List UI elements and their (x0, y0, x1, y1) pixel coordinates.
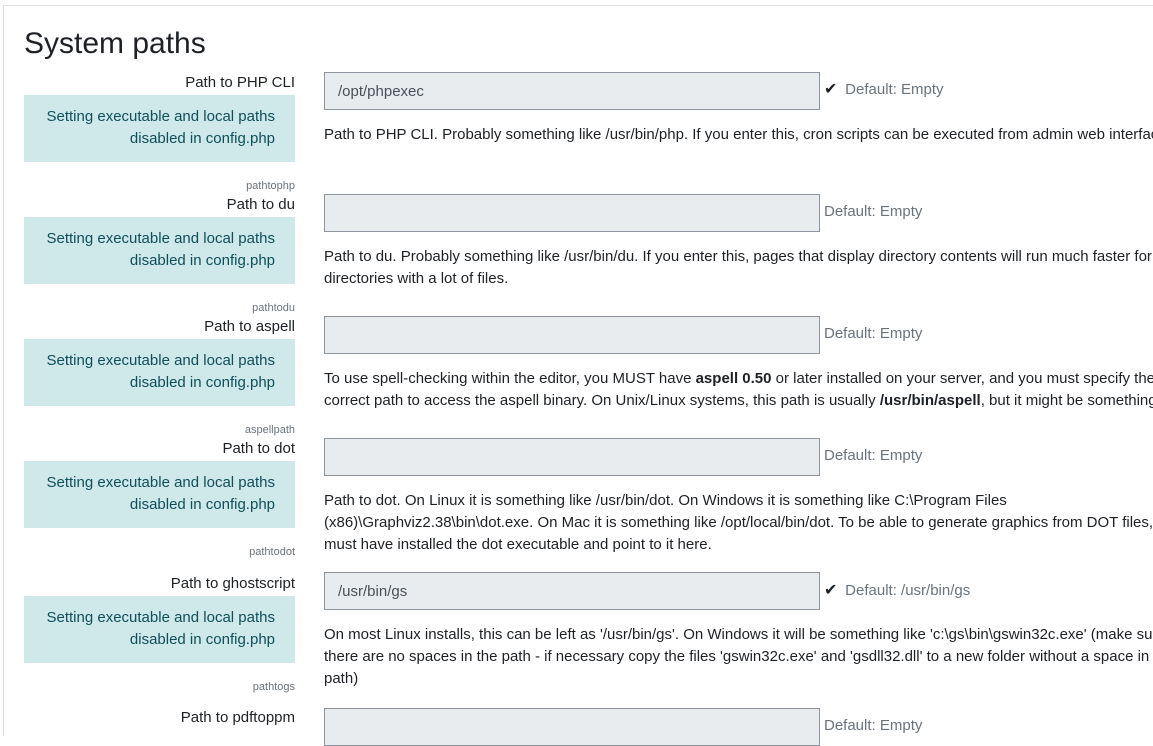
description-line: must have installed the dot executable a… (324, 536, 712, 553)
notice-line: disabled in config.php (129, 496, 275, 513)
description-line: (x86)\Graphviz2.38\bin\dot.exe. On Mac i… (324, 514, 1153, 531)
default-label: Default: Empty (824, 447, 923, 464)
description-line: Path to PHP CLI. Probably something like… (324, 126, 1153, 143)
setting-label-pathtodot: Path to dot Setting executable and local… (24, 439, 295, 559)
setting-description: Path to du. Probably something like /usr… (324, 246, 1153, 290)
setting-label-pathtophp: Path to PHP CLI Setting executable and l… (24, 73, 295, 193)
description-line: correct path to access the aspell binary… (324, 390, 1153, 412)
default-info: ✔ Default: Empty (824, 80, 944, 100)
notice-line: disabled in config.php (129, 130, 275, 147)
description-text: , but it might be something else. (980, 392, 1153, 409)
path-to-ghostscript-input[interactable] (324, 572, 820, 610)
setting-shortname: pathtogs (252, 681, 295, 693)
notice-line: Setting executable and local paths (46, 352, 276, 369)
default-info: Default: Empty (824, 324, 922, 344)
setting-shortname: aspellpath (244, 424, 295, 436)
setting-name: Path to ghostscript (170, 575, 295, 592)
default-label: Default: Empty (824, 325, 923, 342)
notice-line: disabled in config.php (129, 631, 275, 648)
setting-label-pathtopdftoppm: Path to pdftoppm (24, 708, 295, 728)
path-to-aspell-input[interactable] (324, 316, 820, 354)
default-info: Default: Empty (824, 716, 922, 736)
default-info: Default: Empty (824, 446, 922, 466)
setting-name: Path to PHP CLI (185, 74, 295, 91)
notice-line: Setting executable and local paths (46, 108, 276, 125)
setting-description: Path to dot. On Linux it is something li… (324, 490, 1153, 556)
setting-label-pathtogs: Path to ghostscript Setting executable a… (24, 574, 295, 694)
description-line: directories with a lot of files. (324, 270, 509, 287)
setting-description: To use spell-checking within the editor,… (324, 368, 1153, 412)
description-text: correct path to access the aspell binary… (324, 392, 880, 409)
description-emphasis: /usr/bin/aspell (879, 392, 981, 409)
setting-shortname: pathtodot (249, 546, 295, 558)
default-label: Default: /usr/bin/gs (845, 582, 971, 599)
locked-notice: Setting executable and local paths disab… (24, 339, 295, 406)
description-line: Path to dot. On Linux it is something li… (324, 492, 1007, 509)
setting-description: On most Linux installs, this can be left… (324, 624, 1153, 690)
setting-name: Path to dot (222, 440, 295, 457)
notice-line: disabled in config.php (129, 374, 275, 391)
default-label: Default: Empty (824, 717, 923, 734)
default-label: Default: Empty (824, 203, 923, 220)
check-icon: ✔ (824, 582, 838, 599)
locked-notice: Setting executable and local paths disab… (24, 461, 295, 528)
setting-label-aspellpath: Path to aspell Setting executable and lo… (24, 317, 295, 437)
description-text: To use spell-checking within the editor,… (324, 370, 696, 387)
path-to-php-input[interactable] (324, 72, 820, 110)
page-title: System paths (24, 27, 206, 60)
locked-notice: Setting executable and local paths disab… (24, 95, 295, 162)
default-label: Default: Empty (845, 81, 944, 98)
setting-shortname: pathtophp (246, 180, 295, 192)
description-text: or later installed on your server, and y… (771, 370, 1153, 387)
default-info: ✔ Default: /usr/bin/gs (824, 581, 970, 601)
description-line: On most Linux installs, this can be left… (324, 626, 1153, 643)
description-emphasis: aspell 0.50 (695, 370, 772, 387)
locked-notice: Setting executable and local paths disab… (24, 217, 295, 284)
notice-line: Setting executable and local paths (46, 474, 276, 491)
notice-line: disabled in config.php (129, 252, 275, 269)
setting-name: Path to du (226, 196, 295, 213)
description-line: Path to du. Probably something like /usr… (324, 248, 1152, 265)
setting-shortname: pathtodu (252, 302, 295, 314)
description-line: To use spell-checking within the editor,… (324, 368, 1153, 390)
notice-line: Setting executable and local paths (46, 230, 276, 247)
setting-name: Path to pdftoppm (180, 709, 295, 726)
setting-label-pathtodu: Path to du Setting executable and local … (24, 195, 295, 315)
notice-line: Setting executable and local paths (46, 609, 276, 626)
path-to-du-input[interactable] (324, 194, 820, 232)
description-line: path) (324, 670, 359, 687)
path-to-pdftoppm-input[interactable] (324, 708, 820, 746)
setting-description: Path to PHP CLI. Probably something like… (324, 124, 1153, 146)
setting-name: Path to aspell (204, 318, 295, 335)
description-line: there are no spaces in the path - if nec… (324, 648, 1153, 665)
default-info: Default: Empty (824, 202, 922, 222)
locked-notice: Setting executable and local paths disab… (24, 596, 295, 663)
check-icon: ✔ (824, 81, 838, 98)
path-to-dot-input[interactable] (324, 438, 820, 476)
